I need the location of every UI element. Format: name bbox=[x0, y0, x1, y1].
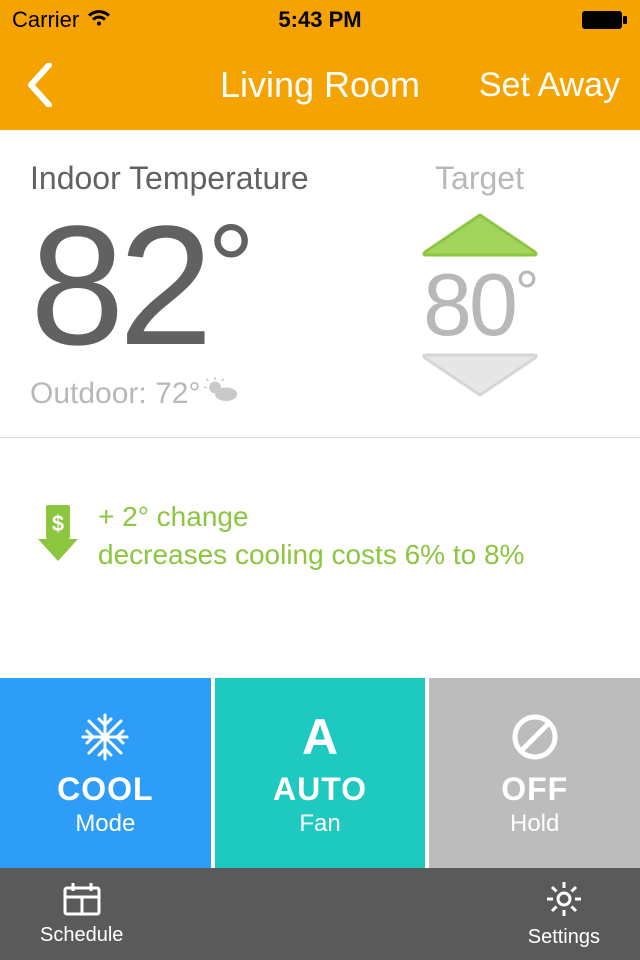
tab-schedule-label: Schedule bbox=[40, 924, 123, 947]
chevron-down-icon bbox=[405, 353, 555, 403]
temp-up-button[interactable] bbox=[405, 207, 555, 257]
mode-off-label: OFF bbox=[501, 771, 568, 808]
outdoor-temp-label: Outdoor: 72° bbox=[30, 377, 349, 411]
target-temp-label: Target bbox=[435, 160, 524, 197]
target-temp-value: 80° bbox=[423, 261, 536, 349]
mode-off-button[interactable]: OFF Hold bbox=[429, 678, 640, 868]
auto-letter-icon: A bbox=[302, 709, 338, 765]
mode-auto-sublabel: Fan bbox=[299, 810, 340, 838]
temp-down-button[interactable] bbox=[405, 353, 555, 403]
weather-icon bbox=[204, 377, 238, 411]
svg-text:$: $ bbox=[52, 511, 64, 536]
snowflake-icon bbox=[79, 709, 131, 765]
dollar-down-icon: $ bbox=[36, 503, 80, 568]
mode-auto-label: AUTO bbox=[273, 771, 367, 808]
set-away-button[interactable]: Set Away bbox=[479, 66, 620, 105]
gear-icon bbox=[544, 879, 584, 924]
tab-settings[interactable]: Settings bbox=[528, 868, 600, 960]
chevron-up-icon bbox=[405, 207, 555, 257]
divider bbox=[0, 437, 640, 438]
carrier-label: Carrier bbox=[12, 7, 79, 33]
calendar-icon bbox=[62, 881, 102, 922]
mode-cool-sublabel: Mode bbox=[75, 810, 135, 838]
chevron-left-icon bbox=[27, 63, 53, 107]
indoor-temp-value: 82° bbox=[30, 201, 349, 371]
back-button[interactable] bbox=[20, 55, 60, 115]
mode-off-sublabel: Hold bbox=[510, 810, 559, 838]
tab-schedule[interactable]: Schedule bbox=[40, 868, 123, 960]
tab-bar: Schedule Settings bbox=[0, 868, 640, 960]
nav-bar: Living Room Set Away bbox=[0, 40, 640, 130]
mode-row: COOL Mode A AUTO Fan OFF Hold bbox=[0, 678, 640, 868]
tip-line-1: + 2° change bbox=[98, 498, 524, 536]
status-bar: Carrier 5:43 PM bbox=[0, 0, 640, 40]
savings-tip: $ + 2° change decreases cooling costs 6%… bbox=[30, 498, 610, 574]
mode-cool-button[interactable]: COOL Mode bbox=[0, 678, 211, 868]
prohibit-icon bbox=[510, 709, 560, 765]
tip-line-2: decreases cooling costs 6% to 8% bbox=[98, 536, 524, 574]
main-content: Indoor Temperature 82° Outdoor: 72° Targ… bbox=[0, 130, 640, 574]
wifi-icon bbox=[87, 7, 111, 33]
tab-settings-label: Settings bbox=[528, 926, 600, 949]
mode-cool-label: COOL bbox=[57, 771, 153, 808]
battery-icon bbox=[582, 10, 628, 30]
mode-auto-button[interactable]: A AUTO Fan bbox=[215, 678, 426, 868]
